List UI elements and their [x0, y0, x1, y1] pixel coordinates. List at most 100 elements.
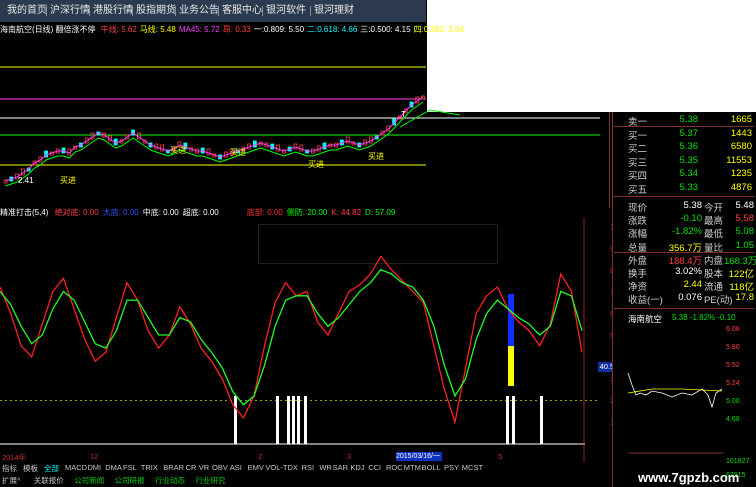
indicator-tab-0[interactable]: 指标 — [2, 463, 17, 474]
order-volume: 4876 — [730, 181, 752, 193]
price-chart[interactable]: 买进买进 买进买进买进2.41T — [0, 35, 600, 195]
order-volume: 1665 — [730, 114, 752, 125]
indicator-tab-22[interactable]: BOLL — [422, 463, 441, 472]
info-tab-0[interactable]: 扩展^ — [2, 475, 21, 486]
menu-item-5[interactable]: 客服中心 — [222, 4, 262, 18]
indicator-tab-6[interactable]: FSL — [123, 463, 137, 472]
main-indicator-2: MA45: 5.72 — [178, 25, 220, 34]
indicator-tab-13[interactable]: EMV — [248, 463, 264, 472]
stat-value: 1.05 — [735, 239, 755, 251]
signal-bar — [292, 396, 295, 444]
indicator-tab-2[interactable]: 全部 — [44, 463, 59, 474]
order-price: 5.36 — [679, 141, 699, 152]
indicator-tab-17[interactable]: SAR — [333, 463, 348, 472]
signal-bar — [234, 396, 237, 444]
sub-indicator-3: 超底: 0.00 — [182, 208, 219, 217]
order-price: 5.37 — [679, 127, 699, 139]
stat-label: 外盘 — [628, 255, 648, 267]
indicator-tab-12[interactable]: ASI — [230, 463, 242, 472]
series-K — [0, 255, 583, 425]
indicator-tab-24[interactable]: MCST — [462, 463, 483, 472]
indicator-tab-11[interactable]: OBV — [212, 463, 228, 472]
info-tab-2[interactable]: 公司新闻 — [74, 475, 104, 486]
candle — [276, 144, 281, 152]
menu-item-0[interactable]: 我的首页 — [7, 4, 47, 18]
indicator-tab-15[interactable]: RSI — [302, 463, 315, 472]
candle — [322, 142, 327, 150]
price-axis-line — [609, 112, 610, 208]
kdj-chart[interactable] — [0, 218, 600, 462]
indicator-tab-18[interactable]: KDJ — [350, 463, 364, 472]
stock-title: 海南航空(日线) — [0, 25, 54, 34]
info-tab-4[interactable]: 行业动态 — [155, 475, 185, 486]
x-tick: 5 — [498, 452, 503, 461]
sub-indicator-6: K: 44.82 — [331, 208, 362, 217]
mini-tick: 4.68 — [726, 416, 740, 423]
indicator-tab-19[interactable]: CCI — [368, 463, 381, 472]
indicator-tab-21[interactable]: MTM — [404, 463, 421, 472]
stat-value: 5.48 — [735, 200, 755, 211]
signal-bar — [512, 396, 515, 444]
order-volume: 1443 — [730, 127, 752, 139]
x-tick: 12 — [90, 452, 99, 461]
main-indicator-6: 三:0.500: 4.15 — [360, 25, 411, 34]
stat-value: 17.8 — [735, 292, 755, 304]
order-label: 买四 — [628, 171, 648, 182]
order-price: 5.38 — [679, 114, 699, 125]
divider — [614, 308, 754, 309]
indicator-tab-9[interactable]: CR — [186, 463, 197, 472]
order-label: 买二 — [628, 144, 648, 155]
indicator-tab-20[interactable]: ROC — [386, 463, 403, 472]
mini-intraday-chart[interactable]: 6.085.805.525.245.004.6810182767915 — [612, 323, 756, 487]
menu-item-1[interactable]: 沪深行情 — [50, 4, 90, 18]
info-tab-1[interactable]: 关联报价 — [34, 475, 64, 486]
stat-label: 收益(一) — [628, 295, 663, 307]
indicator-tab-1[interactable]: 模板 — [23, 463, 38, 474]
order-label: 买三 — [628, 157, 648, 169]
signal-bar — [540, 396, 543, 444]
stat-label: 流通 — [704, 282, 724, 294]
info-tab-bar: 扩展^ 关联报价 公司新闻 公司研报 行业动态 行业研究 — [0, 474, 600, 487]
stat-label: 股本 — [704, 269, 724, 280]
stat-label: 涨幅 — [628, 229, 648, 241]
stat-value: 0.076 — [678, 292, 702, 304]
mini-tick: 101827 — [726, 458, 749, 465]
indicator-tab-16[interactable]: WR — [319, 463, 332, 472]
stat-value: -0.10 — [680, 213, 702, 225]
stat-label: 换手 — [628, 269, 648, 280]
indicator-tab-5[interactable]: DMA — [105, 463, 122, 472]
signal-bar — [276, 396, 279, 444]
menu-separator — [89, 6, 90, 16]
candle — [206, 148, 211, 156]
stat-value: 118亿 — [729, 282, 754, 294]
low-label: 2.41 — [18, 176, 34, 185]
buy-marker: 买进 — [60, 176, 76, 185]
menu-separator — [218, 6, 219, 16]
menu-item-6[interactable]: 银河软件 — [266, 4, 306, 18]
ma-line — [5, 96, 424, 182]
stat-label: 净资 — [628, 282, 648, 294]
indicator-tab-7[interactable]: TRIX — [141, 463, 158, 472]
menu-item-2[interactable]: 港股行情 — [93, 4, 133, 18]
indicator-tab-8[interactable]: BRAR — [163, 463, 184, 472]
sub-indicator-0: 绝对底: 0.00 — [54, 208, 99, 217]
stat-label: 今开 — [704, 203, 724, 214]
info-tab-3[interactable]: 公司研报 — [115, 475, 145, 486]
indicator-tab-23[interactable]: PSY — [444, 463, 459, 472]
indicator-tab-14[interactable]: VOL-TDX — [265, 463, 298, 472]
menu-item-3[interactable]: 股指期货 — [136, 4, 176, 18]
menu-separator — [175, 6, 176, 16]
stat-label: 最高 — [704, 216, 724, 228]
menu-item-7[interactable]: 银河理财 — [314, 4, 354, 18]
indicator-tab-3[interactable]: MACD — [65, 463, 87, 472]
stat-value: 5.58 — [735, 213, 755, 225]
menu-item-4[interactable]: 业务公告 — [179, 4, 219, 18]
order-price: 5.34 — [679, 168, 699, 179]
main-indicator-8: 五:0.191: 2. — [466, 25, 509, 34]
mini-chart-quote: 5.38 -1.82% -0.10 — [672, 313, 736, 322]
main-chart-title-row: 海南航空(日线) 翻倍涨不停 牛线: 5.62 马线: 5.48 MA45: 5.7… — [0, 25, 508, 35]
indicator-tab-4[interactable]: DMI — [87, 463, 101, 472]
info-tab-5[interactable]: 行业研究 — [195, 475, 225, 486]
stat-value: 188.4万 — [668, 255, 702, 267]
indicator-tab-10[interactable]: VR — [199, 463, 209, 472]
